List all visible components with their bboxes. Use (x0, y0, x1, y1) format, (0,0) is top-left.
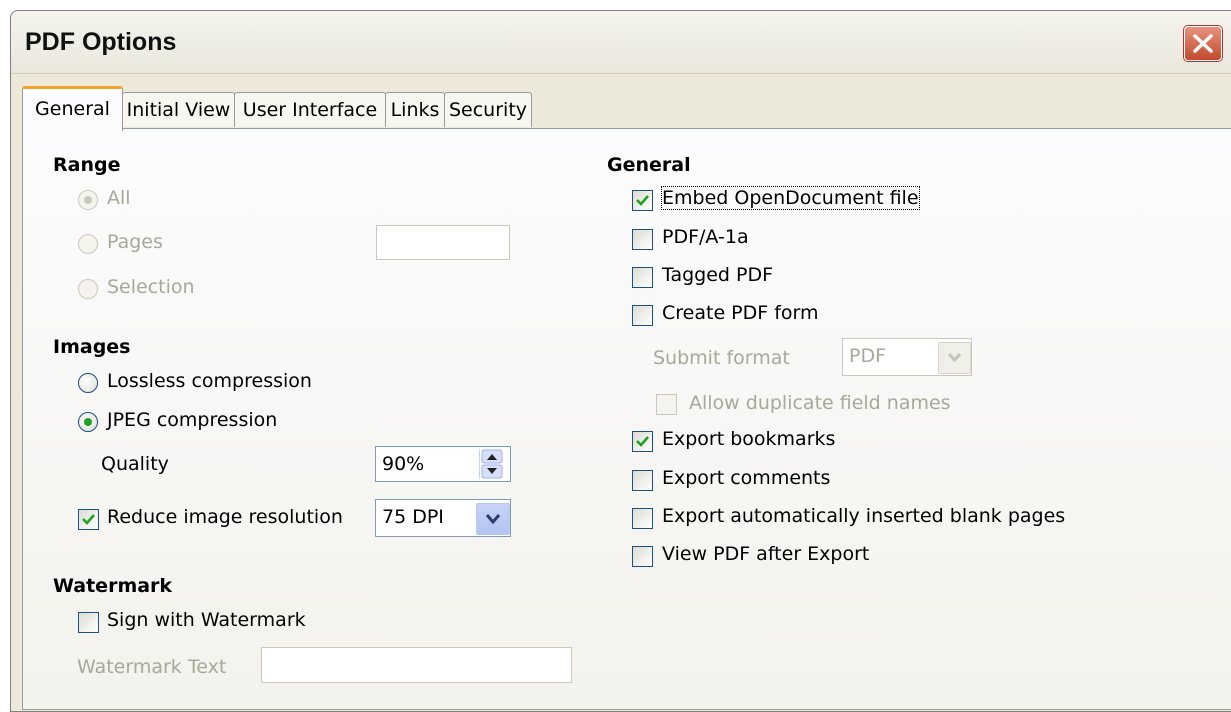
tab-label: User Interface (242, 99, 378, 121)
title-bar[interactable]: PDF Options (11, 11, 1231, 74)
lossless-radio[interactable] (78, 373, 98, 393)
export-bookmarks-checkbox[interactable] (632, 431, 653, 452)
range-all-radio[interactable] (78, 190, 98, 210)
resolution-dropdown-button[interactable] (476, 503, 510, 535)
export-comments-checkbox[interactable] (632, 470, 653, 491)
tab-user-interface[interactable]: User Interface (234, 92, 386, 127)
export-blank-pages-label: Export automatically inserted blank page… (662, 505, 1066, 527)
create-form-label: Create PDF form (662, 302, 819, 324)
range-pages-label: Pages (107, 231, 163, 253)
export-blank-pages-checkbox[interactable] (632, 508, 653, 529)
range-pages-radio[interactable] (78, 234, 98, 254)
submit-format-value: PDF (849, 345, 887, 367)
tab-label: Links (390, 99, 440, 121)
dialog-title: PDF Options (25, 28, 177, 56)
tagged-pdf-label: Tagged PDF (662, 264, 774, 286)
tab-security[interactable]: Security (444, 92, 532, 127)
range-all-label: All (107, 187, 131, 209)
create-form-checkbox[interactable] (632, 305, 653, 326)
embed-odf-label: Embed OpenDocument file (661, 186, 920, 210)
view-after-export-label: View PDF after Export (662, 543, 870, 565)
range-selection-label: Selection (107, 276, 195, 298)
export-comments-label: Export comments (662, 467, 831, 489)
submit-format-dropdown-button[interactable] (938, 342, 971, 374)
close-button[interactable] (1184, 26, 1222, 61)
watermark-header: Watermark (53, 575, 173, 597)
pdfa-checkbox[interactable] (632, 229, 653, 250)
jpeg-radio[interactable] (78, 412, 98, 432)
jpeg-label: JPEG compression (107, 409, 278, 431)
checkmark-icon (82, 514, 95, 525)
radio-dot (84, 418, 92, 426)
quality-spin-buttons[interactable] (479, 449, 504, 479)
tab-links[interactable]: Links (385, 92, 445, 127)
watermark-text-input[interactable] (261, 647, 572, 683)
tab-initial-view[interactable]: Initial View (122, 92, 235, 127)
tab-label: General (35, 98, 110, 120)
tagged-pdf-checkbox[interactable] (632, 267, 653, 288)
chevron-down-icon (947, 352, 962, 363)
watermark-text-label: Watermark Text (77, 656, 227, 678)
radio-dot (84, 196, 92, 204)
range-header: Range (53, 154, 121, 176)
submit-format-label: Submit format (653, 347, 790, 369)
images-header: Images (53, 336, 131, 358)
spin-arrows-icon (481, 449, 503, 479)
tab-label: Security (448, 99, 528, 121)
sign-watermark-checkbox[interactable] (78, 612, 99, 633)
close-icon (1193, 34, 1213, 53)
tab-label: Initial View (126, 99, 231, 121)
tab-general[interactable]: General (22, 86, 123, 131)
view-after-export-checkbox[interactable] (632, 546, 653, 567)
resolution-value: 75 DPI (382, 506, 444, 528)
reduce-resolution-checkbox[interactable] (78, 509, 99, 530)
pages-input[interactable] (376, 225, 510, 260)
quality-value: 90% (382, 453, 425, 475)
checkmark-icon (636, 436, 649, 447)
reduce-resolution-label: Reduce image resolution (107, 506, 343, 528)
lossless-label: Lossless compression (107, 370, 312, 392)
pdfa-label: PDF/A-1a (662, 226, 749, 248)
sign-watermark-label: Sign with Watermark (107, 609, 306, 631)
range-selection-radio[interactable] (78, 279, 98, 299)
allow-duplicate-checkbox[interactable] (656, 394, 677, 415)
general-header: General (607, 154, 691, 176)
quality-label: Quality (101, 453, 169, 475)
export-bookmarks-label: Export bookmarks (662, 428, 836, 450)
chevron-down-icon (485, 514, 501, 525)
embed-odf-checkbox[interactable] (632, 190, 653, 211)
allow-duplicate-label: Allow duplicate field names (689, 392, 951, 414)
checkmark-icon (636, 195, 649, 206)
